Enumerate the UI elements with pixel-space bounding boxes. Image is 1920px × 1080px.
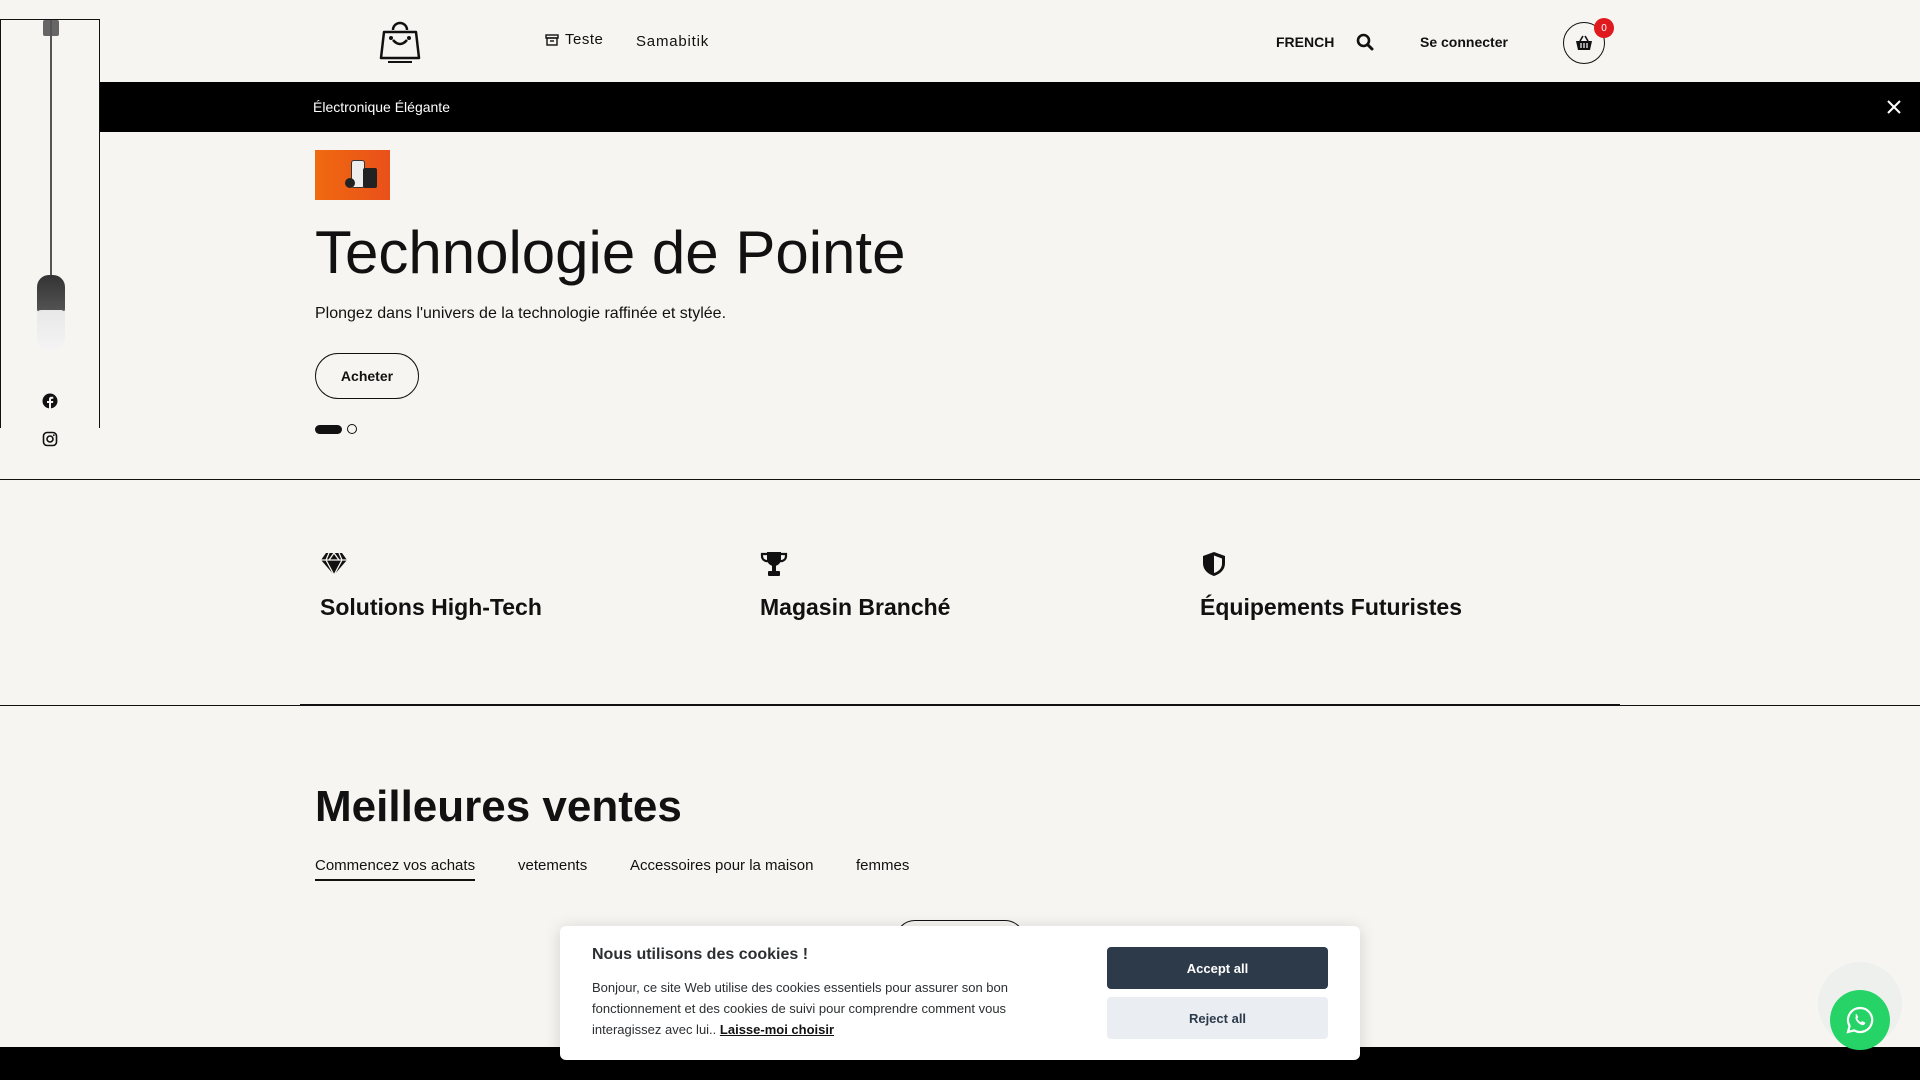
hero-thumbnail [315,150,390,200]
reject-all-button[interactable]: Reject all [1107,997,1328,1039]
cookie-title: Nous utilisons des cookies ! [592,946,809,963]
announcement-text: Électronique Élégante [313,99,450,115]
divider [300,704,1620,706]
search-icon[interactable] [1356,33,1374,51]
shield-icon [1203,552,1225,576]
login-link[interactable]: Se connecter [1420,34,1508,50]
feature-item: Équipements Futuristes [1200,550,1462,620]
feature-title: Équipements Futuristes [1200,594,1462,620]
store-logo[interactable] [375,16,425,66]
cart-count-badge: 0 [1594,18,1614,38]
feature-title: Magasin Branché [760,594,951,620]
nav-samabitik[interactable]: Samabitik [636,33,709,50]
instagram-icon[interactable] [42,431,58,447]
announcement-bar: Électronique Élégante [100,82,1920,132]
site-header: Teste Samabitik FRENCH Se connecter 0 [0,0,1920,82]
diamond-icon [321,551,347,576]
cookie-text: Bonjour, ce site Web utilise des cookies… [592,977,1042,1040]
tab-start-shopping[interactable]: Commencez vos achats [315,857,476,881]
hero-subtitle: Plongez dans l'univers de la technologie… [315,305,727,322]
nav-teste[interactable]: Teste [545,31,603,48]
side-panel [0,19,100,447]
tab-femmes[interactable]: femmes [856,857,909,879]
cookie-preferences-link[interactable]: Laisse-moi choisir [720,1022,834,1037]
basket-icon [1576,35,1592,50]
tab-vetements[interactable]: vetements [518,857,587,879]
whatsapp-icon [1846,1006,1874,1034]
feature-item: Solutions High-Tech [320,550,542,620]
close-icon[interactable] [1885,98,1903,116]
whatsapp-button[interactable] [1830,990,1890,1050]
cookie-banner: Nous utilisons des cookies ! Bonjour, ce… [560,926,1360,1060]
hero-title: Technologie de Pointe [315,219,906,286]
slide-indicator-active[interactable] [315,425,342,434]
divider [0,479,1920,480]
facebook-icon[interactable] [42,393,58,409]
tab-home-accessories[interactable]: Accessoires pour la maison [630,857,813,879]
accept-all-button[interactable]: Accept all [1107,947,1328,989]
feature-item: Magasin Branché [760,550,950,620]
feature-title: Solutions High-Tech [320,594,542,620]
best-sellers-title: Meilleures ventes [315,782,682,831]
shop-button[interactable]: Acheter [315,353,419,399]
trophy-icon [760,552,788,576]
box-icon [545,33,559,46]
language-selector[interactable]: FRENCH [1276,34,1334,50]
slide-indicator[interactable] [347,424,357,434]
nav-teste-label: Teste [565,31,604,48]
